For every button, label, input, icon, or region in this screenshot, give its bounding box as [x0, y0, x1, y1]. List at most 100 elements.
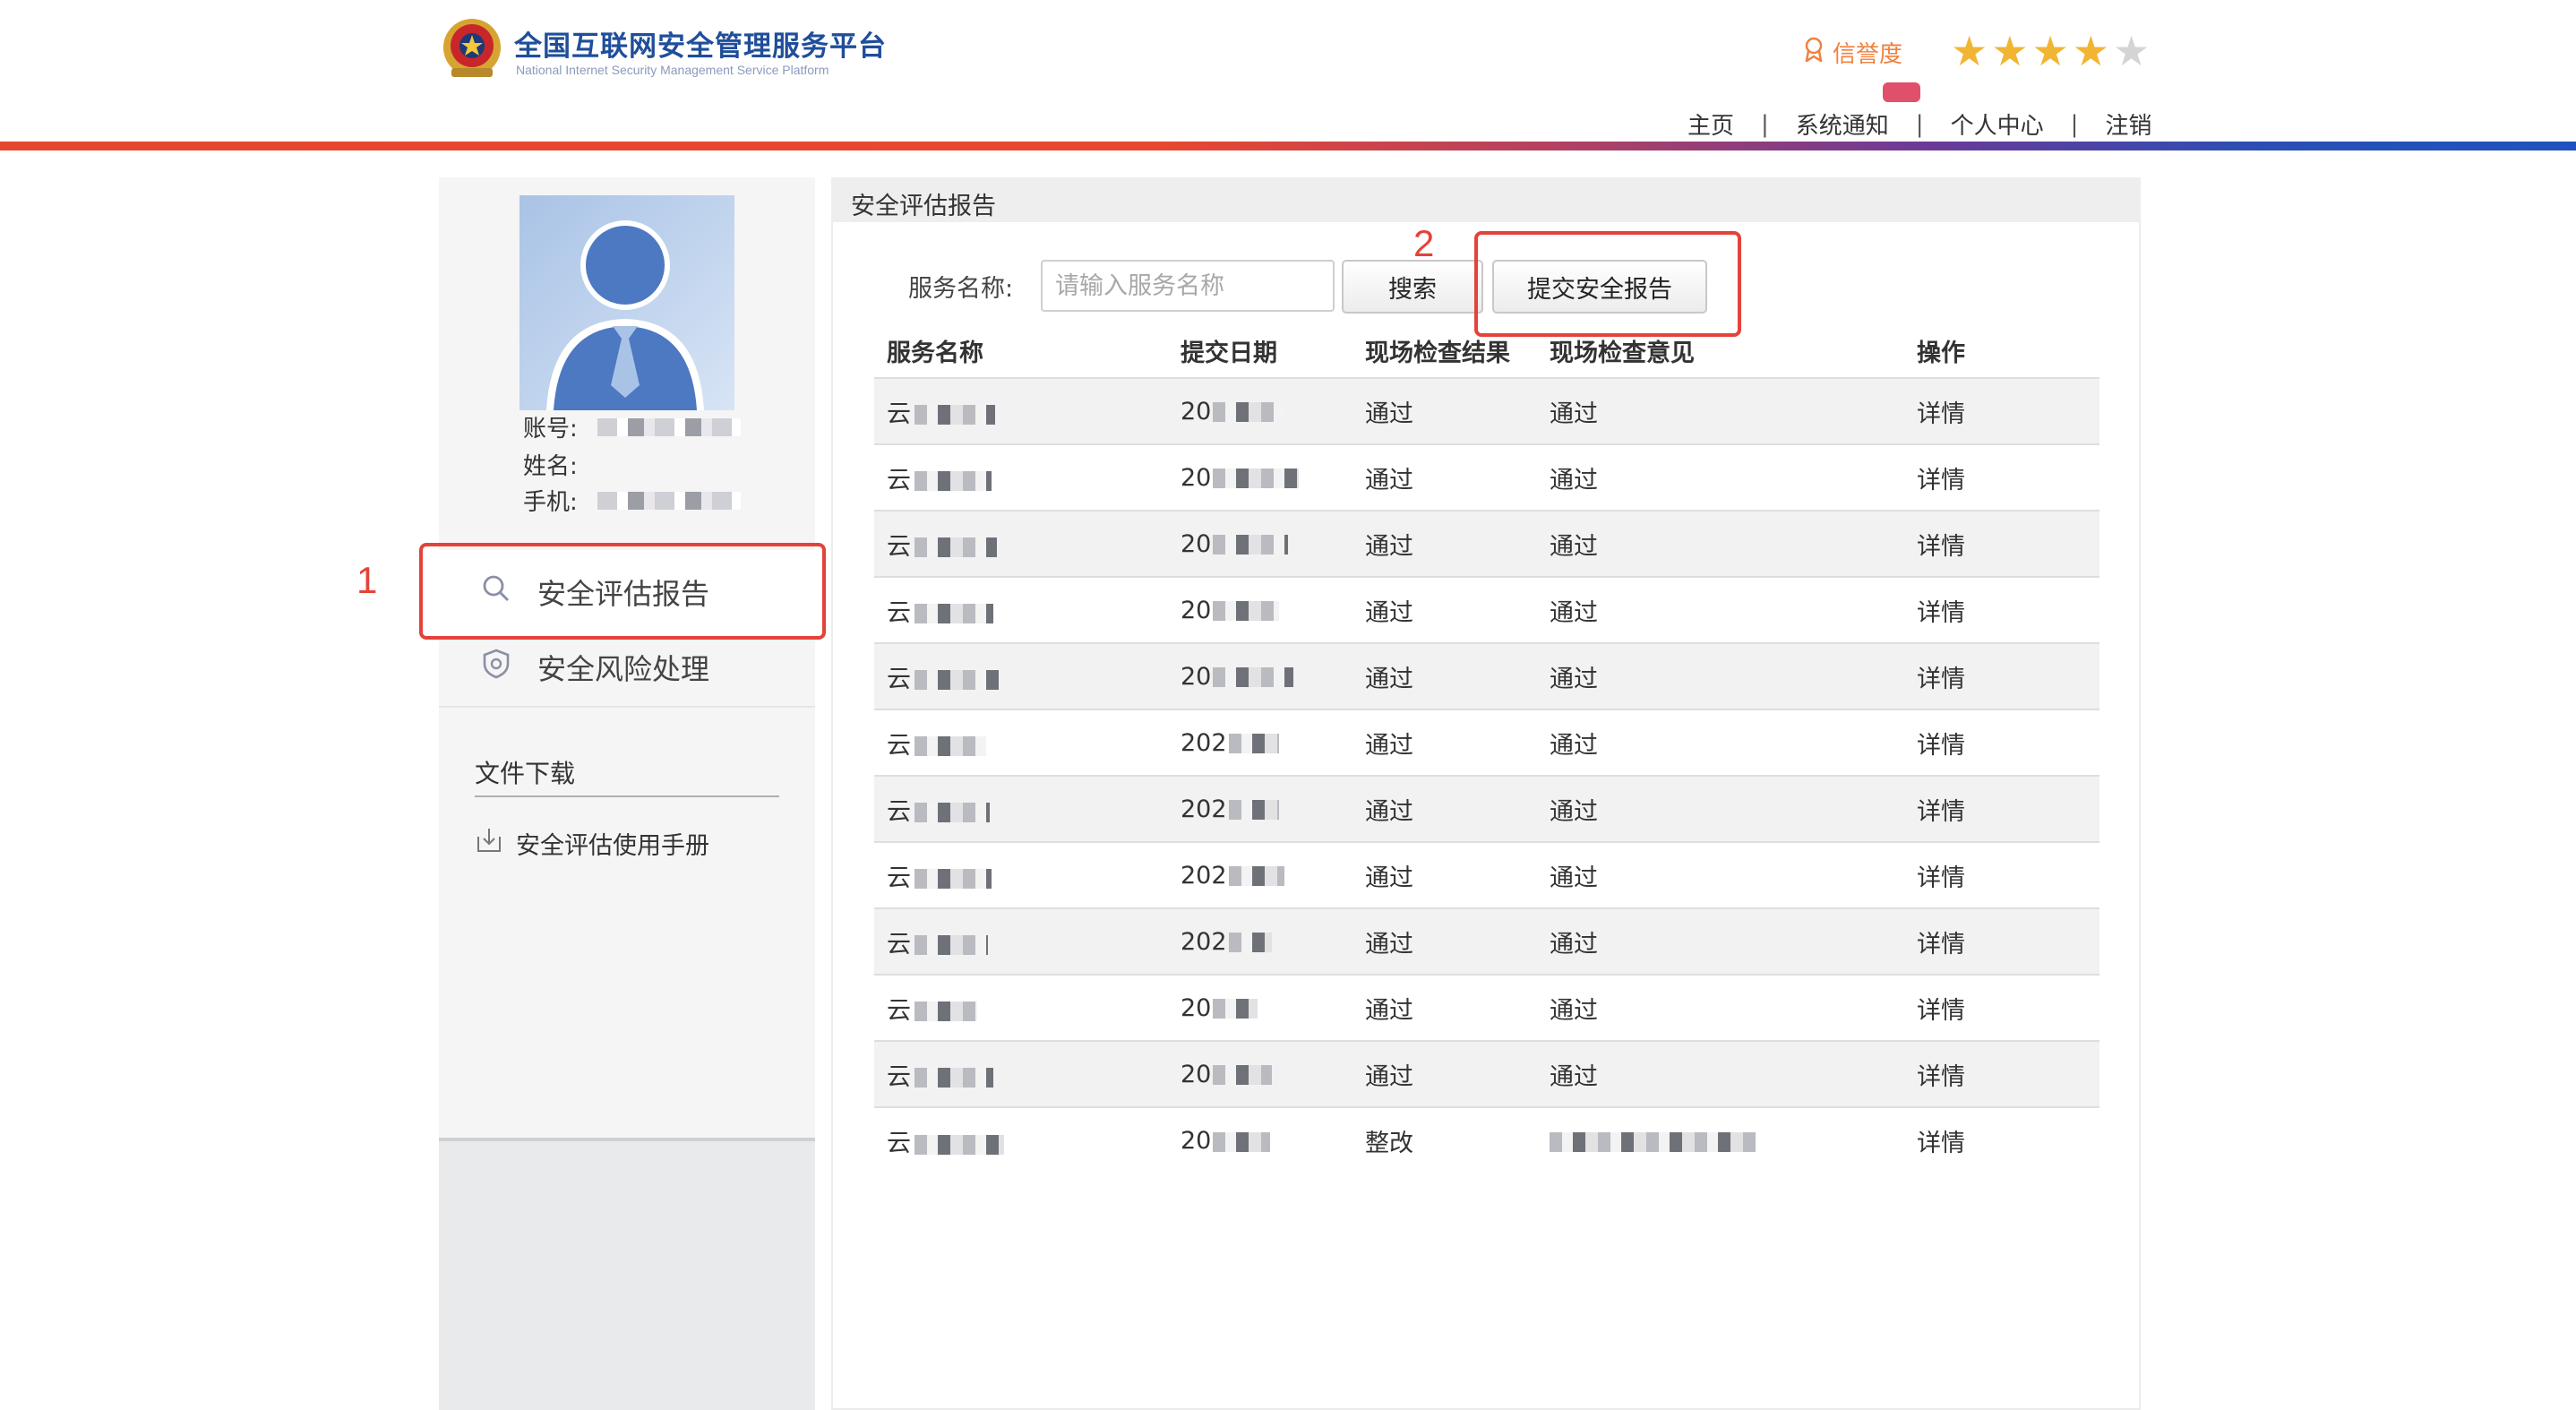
cell-service-name: 云 [874, 974, 1181, 1041]
row-check-result: 通过 [1365, 532, 1413, 561]
table-row: 云 202 通过 通过 详情 [874, 709, 2099, 776]
star-empty-icon: ★ [2113, 27, 2151, 75]
cell-check-result: 通过 [1365, 775, 1550, 842]
nav-home[interactable]: 主页 [1687, 107, 1734, 141]
cell-service-name: 云 [874, 377, 1181, 444]
row-check-result: 整改 [1365, 1130, 1413, 1157]
nav-system-notice[interactable]: 系统通知 [1796, 107, 1889, 141]
table-row: 云 20 通过 通过 详情 [874, 974, 2099, 1041]
menu-divider [439, 706, 815, 708]
row-service-name: 云 [887, 930, 911, 959]
annotation-number-2: 2 [1413, 222, 1435, 264]
account-label: 账号: [523, 416, 578, 443]
phone-label: 手机: [523, 489, 578, 516]
cell-submit-date: 202 [1181, 775, 1365, 842]
cell-check-opinion: 通过 [1550, 775, 1917, 842]
cell-submit-date: 20 [1181, 642, 1365, 709]
redacted-text [1213, 999, 1258, 1019]
redacted-text [1213, 469, 1300, 488]
header-divider [0, 142, 2576, 150]
cell-submit-date: 20 [1181, 510, 1365, 577]
row-detail-link[interactable]: 详情 [1917, 931, 1965, 959]
row-detail-link[interactable]: 详情 [1917, 467, 1965, 494]
row-opinion: 通过 [1550, 598, 1598, 627]
row-service-name: 云 [887, 598, 911, 627]
row-detail-link[interactable]: 详情 [1917, 1130, 1965, 1157]
cell-check-opinion: 通过 [1550, 377, 1917, 444]
row-detail-link[interactable]: 详情 [1917, 864, 1965, 892]
row-check-result: 通过 [1365, 400, 1413, 428]
redacted-text [914, 1068, 993, 1088]
file-manual-link[interactable]: 安全评估使用手册 [475, 826, 709, 861]
cell-submit-date: 20 [1181, 377, 1365, 444]
redacted-text [1228, 933, 1272, 952]
row-submit-date: 20 [1181, 993, 1212, 1022]
row-submit-date: 20 [1181, 1127, 1212, 1155]
cell-check-result: 通过 [1365, 709, 1550, 776]
redacted-text [1228, 734, 1279, 753]
cell-check-opinion [1550, 1106, 1917, 1174]
cell-check-opinion: 通过 [1550, 443, 1917, 511]
cell-check-result: 通过 [1365, 974, 1550, 1041]
row-check-result: 通过 [1365, 1062, 1413, 1091]
row-detail-link[interactable]: 详情 [1917, 732, 1965, 760]
row-opinion: 通过 [1550, 665, 1598, 693]
phone-row: 手机: [523, 484, 741, 517]
redacted-text [914, 537, 997, 557]
search-button[interactable]: 搜索 [1342, 260, 1483, 314]
account-value-redacted [597, 417, 741, 436]
redacted-text [1213, 402, 1285, 422]
row-detail-link[interactable]: 详情 [1917, 798, 1965, 826]
row-submit-date: 202 [1181, 927, 1227, 956]
row-detail-link[interactable]: 详情 [1917, 997, 1965, 1025]
search-label: 服务名称: [908, 275, 1014, 303]
table-row: 云 20 通过 通过 详情 [874, 443, 2099, 511]
redacted-text [1228, 800, 1279, 820]
row-check-result: 通过 [1365, 731, 1413, 760]
row-detail-link[interactable]: 详情 [1917, 533, 1965, 561]
panel-title: 安全评估报告 [851, 193, 996, 220]
cell-service-name: 云 [874, 642, 1181, 709]
cell-action: 详情 [1917, 443, 2099, 511]
search-input[interactable] [1041, 260, 1335, 312]
row-detail-link[interactable]: 详情 [1917, 400, 1965, 428]
star-icon: ★ [2072, 27, 2109, 75]
redacted-text [914, 670, 999, 690]
row-detail-link[interactable]: 详情 [1917, 1063, 1965, 1091]
notification-badge [1883, 82, 1920, 102]
avatar [519, 195, 734, 410]
redacted-text [914, 1134, 1004, 1155]
cell-service-name: 云 [874, 576, 1181, 643]
row-service-name: 云 [887, 400, 911, 428]
account-row: 账号: [523, 410, 741, 443]
nav-separator: | [1915, 110, 1924, 138]
annotation-number-1: 1 [356, 559, 378, 601]
table-row: 云 202 通过 通过 详情 [874, 907, 2099, 975]
row-submit-date: 20 [1181, 1060, 1212, 1088]
nav-personal-center[interactable]: 个人中心 [1951, 107, 2044, 141]
row-service-name: 云 [887, 1130, 911, 1157]
table-row: 云 202 通过 通过 详情 [874, 775, 2099, 842]
row-submit-date: 202 [1181, 728, 1227, 757]
menu-risk-handling[interactable]: 安全风险处理 [480, 647, 709, 688]
credit-label: 信誉度 [1833, 41, 1903, 68]
row-check-result: 通过 [1365, 598, 1413, 627]
platform-title: 全国互联网安全管理服务平台 [514, 30, 887, 63]
cell-check-result: 整改 [1365, 1106, 1550, 1174]
table-row: 云 20 通过 通过 详情 [874, 510, 2099, 577]
redacted-text [914, 935, 988, 955]
cell-action: 详情 [1917, 709, 2099, 776]
nav-logout[interactable]: 注销 [2105, 107, 2151, 141]
row-submit-date: 20 [1181, 662, 1212, 691]
column-header: 服务名称 [887, 340, 983, 367]
row-check-result: 通过 [1365, 996, 1413, 1025]
row-detail-link[interactable]: 详情 [1917, 666, 1965, 693]
name-row: 姓名: [523, 448, 578, 481]
row-check-result: 通过 [1365, 797, 1413, 826]
row-detail-link[interactable]: 详情 [1917, 599, 1965, 627]
cell-action: 详情 [1917, 377, 2099, 444]
redacted-text [1213, 601, 1280, 621]
redacted-text [1228, 866, 1284, 886]
row-service-name: 云 [887, 731, 911, 760]
top-nav: 主页 | 系统通知 | 个人中心 | 注销 [1687, 107, 2151, 141]
